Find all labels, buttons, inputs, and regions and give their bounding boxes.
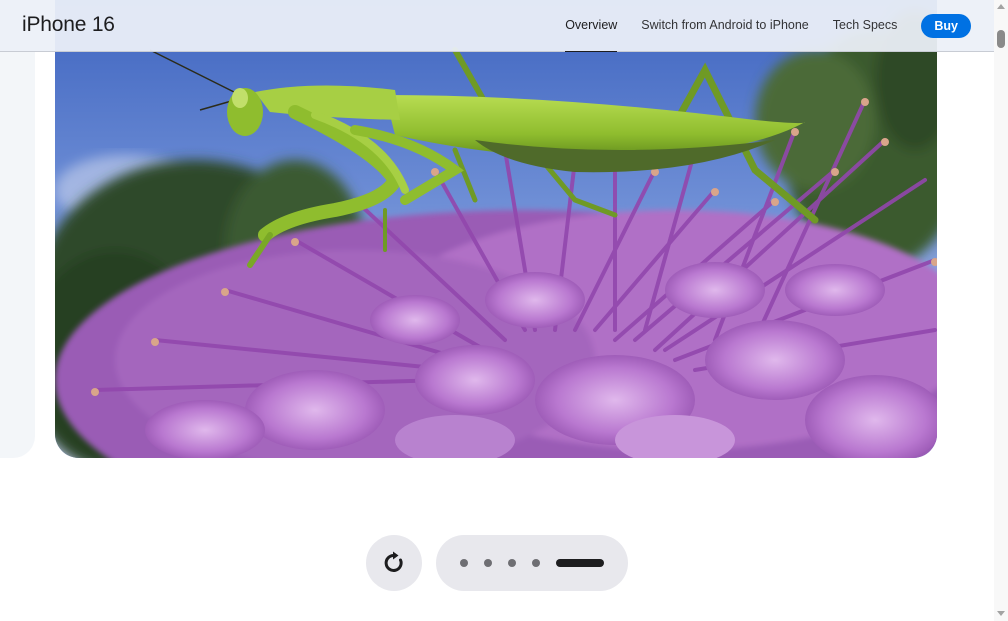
gallery-dot-5-active[interactable] xyxy=(556,559,604,567)
gallery-dot-4[interactable] xyxy=(532,559,540,567)
product-nav-links: Overview Switch from Android to iPhone T… xyxy=(541,0,971,52)
gallery-pagination xyxy=(436,535,628,591)
replay-button[interactable] xyxy=(366,535,422,591)
scroll-up-arrow-icon[interactable] xyxy=(997,4,1005,9)
page: iPhone 16 Overview Switch from Android t… xyxy=(0,0,1008,621)
gallery-dot-2[interactable] xyxy=(484,559,492,567)
mantis-photo xyxy=(55,0,937,458)
previous-gallery-card[interactable] xyxy=(0,0,35,458)
product-title[interactable]: iPhone 16 xyxy=(22,13,115,37)
gallery-dot-1[interactable] xyxy=(460,559,468,567)
scroll-thumb[interactable] xyxy=(997,30,1005,48)
replay-icon xyxy=(384,551,403,572)
gallery-photo xyxy=(55,0,937,458)
nav-link-switch-from-android[interactable]: Switch from Android to iPhone xyxy=(641,0,808,51)
nav-link-overview[interactable]: Overview xyxy=(565,0,618,52)
vertical-scrollbar[interactable] xyxy=(994,0,1008,621)
nav-link-tech-specs[interactable]: Tech Specs xyxy=(833,0,898,51)
scroll-down-arrow-icon[interactable] xyxy=(997,611,1005,616)
gallery-dot-3[interactable] xyxy=(508,559,516,567)
product-nav-bar: iPhone 16 Overview Switch from Android t… xyxy=(0,0,994,52)
buy-button[interactable]: Buy xyxy=(921,13,971,38)
